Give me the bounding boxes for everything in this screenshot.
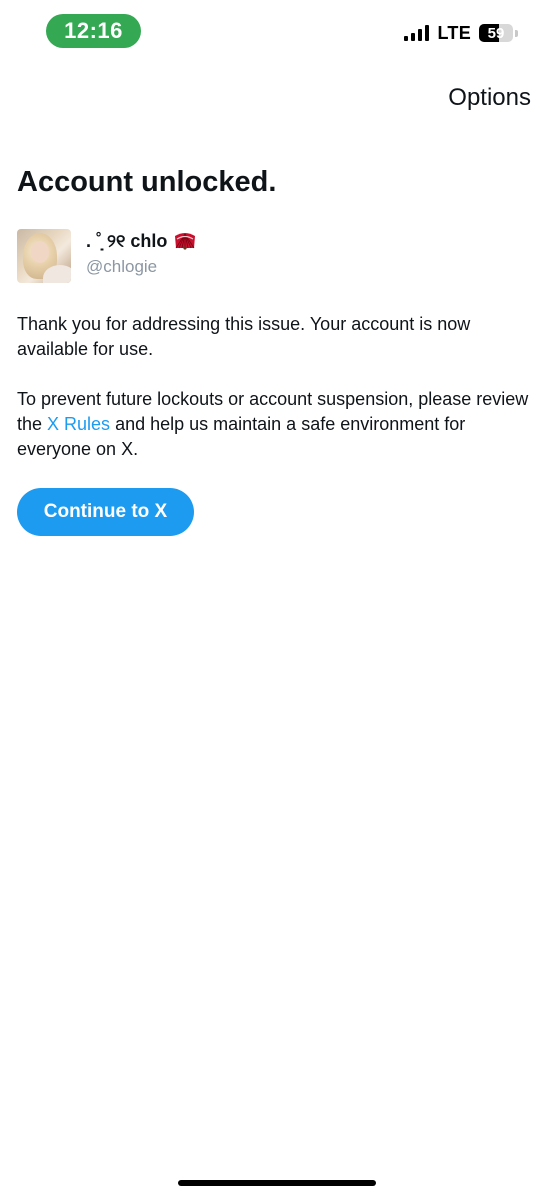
battery-level-label: 59 [487,24,505,42]
status-time: 12:16 [46,14,141,48]
continue-to-x-button[interactable]: Continue to X [17,488,194,536]
account-handle: @chlogie [86,257,158,276]
battery-icon: 59 [479,24,513,42]
battery-nub [515,29,518,37]
folding-fan-icon [175,233,196,250]
account-info: . ˚̣̣̣̣ ୨୧ chlo @chlogie [86,229,197,279]
page-title: Account unlocked. [17,166,277,198]
account-card: . ˚̣̣̣̣ ୨୧ chlo @chlogie [17,229,197,283]
avatar [17,229,71,283]
status-bar: 12:16 LTE 59 [0,0,554,70]
display-name: . ˚̣̣̣̣ ୨୧ chlo [86,231,168,251]
network-type-label: LTE [437,22,471,43]
home-indicator[interactable] [178,1180,376,1186]
status-indicators: LTE 59 [404,22,518,44]
confirmation-message: Thank you for addressing this issue. You… [17,314,471,359]
cellular-signal-icon [404,25,430,41]
rules-message: To prevent future lockouts or account su… [17,387,537,462]
options-button[interactable]: Options [448,84,531,112]
x-rules-link[interactable]: X Rules [47,414,110,434]
display-name-row: . ˚̣̣̣̣ ୨୧ chlo [86,229,197,253]
